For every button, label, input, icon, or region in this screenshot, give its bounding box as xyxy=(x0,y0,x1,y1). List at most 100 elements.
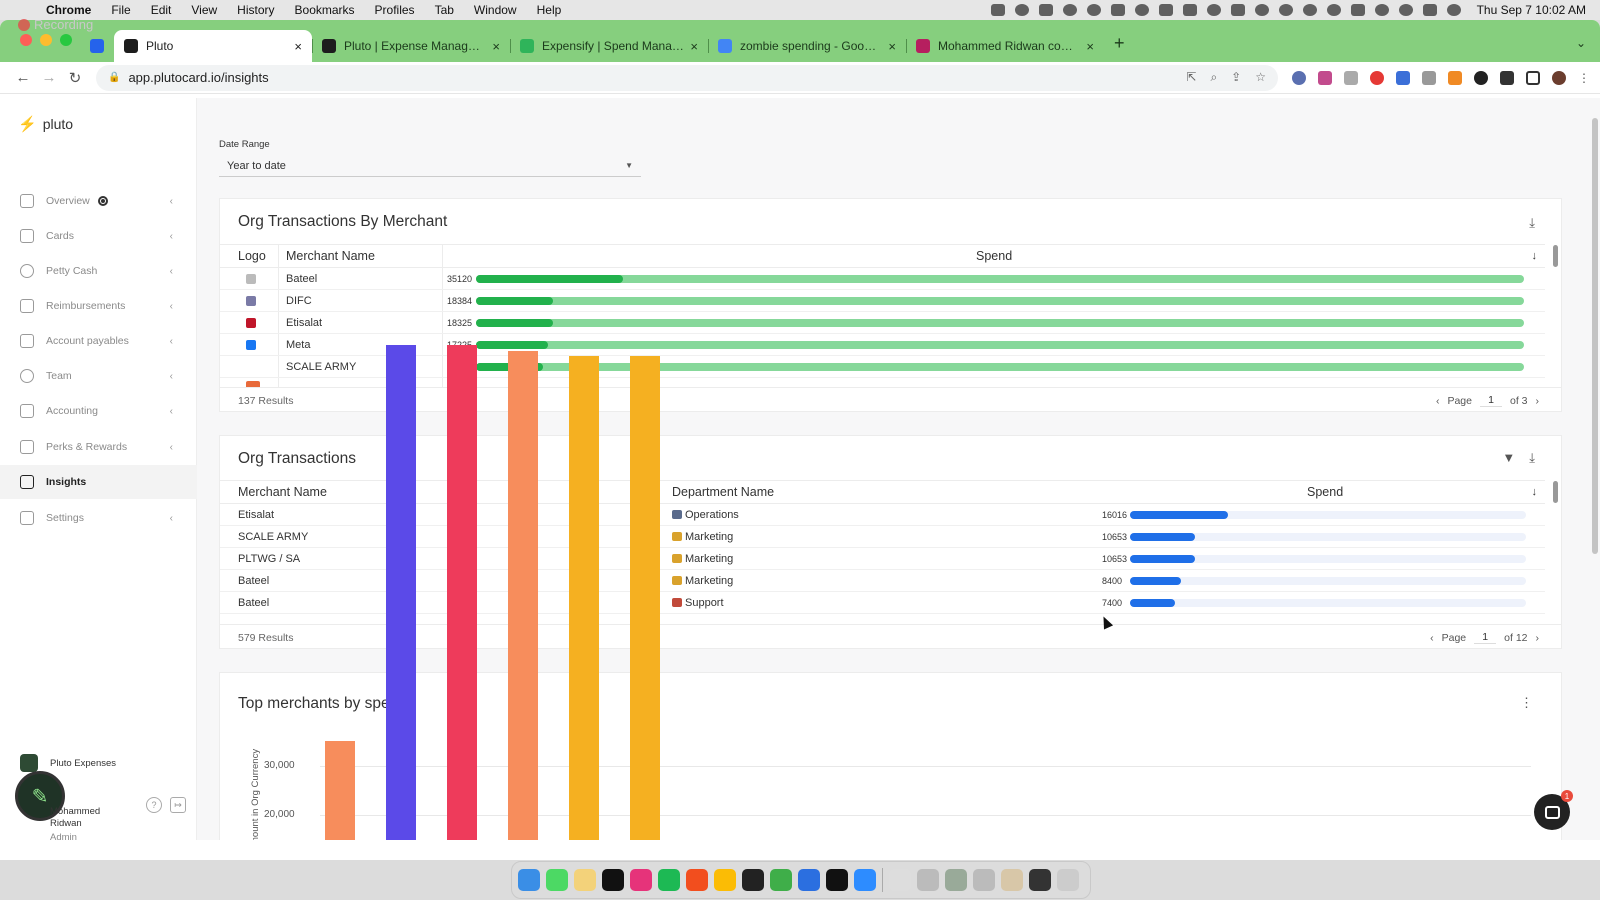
chart-bar[interactable] xyxy=(325,741,355,840)
chrome-menu-icon[interactable]: ⋮ xyxy=(1578,71,1590,85)
globe-icon[interactable] xyxy=(1014,4,1029,16)
sort-desc-icon[interactable]: ↓ xyxy=(1532,250,1538,262)
next-page-icon[interactable]: › xyxy=(1536,632,1540,644)
chevron-left-icon[interactable]: ‹ xyxy=(170,336,173,347)
lock-icon[interactable]: 🔒 xyxy=(108,72,120,83)
battery-icon[interactable] xyxy=(1350,4,1365,16)
menu-profiles[interactable]: Profiles xyxy=(375,3,415,17)
close-tab-icon[interactable]: × xyxy=(1086,39,1094,54)
dock-app-icon[interactable] xyxy=(714,869,736,891)
table-row[interactable]: Meta17225 xyxy=(220,334,1545,356)
headphones-icon[interactable] xyxy=(1302,4,1317,16)
dock-app-icon[interactable] xyxy=(973,869,995,891)
tab-0[interactable]: Pluto × xyxy=(114,30,312,62)
grid-app-icon[interactable] xyxy=(1230,4,1245,16)
bookmark-star-icon[interactable]: ☆ xyxy=(1255,70,1266,85)
more-vertical-icon[interactable]: ⋮ xyxy=(1520,695,1533,711)
extension-5-icon[interactable] xyxy=(1396,70,1410,85)
menu-file[interactable]: File xyxy=(111,3,130,17)
menu-bookmarks[interactable]: Bookmarks xyxy=(295,3,355,17)
sort-desc-icon[interactable]: ↓ xyxy=(1532,486,1538,498)
tab-2[interactable]: Expensify | Spend Managemen × xyxy=(510,30,708,62)
sidebar-item-accounting[interactable]: Accounting ‹ xyxy=(0,394,197,428)
sidebar-item-overview[interactable]: Overview ‹ xyxy=(0,184,197,218)
sidebar-item-account-payables[interactable]: Account payables ‹ xyxy=(0,324,197,358)
dock-app-icon[interactable] xyxy=(854,869,876,891)
sidebar-item-settings[interactable]: Settings ‹ xyxy=(0,501,197,535)
wifi-icon[interactable] xyxy=(1374,4,1389,16)
chart-bar[interactable] xyxy=(630,356,660,840)
tab-3[interactable]: zombie spending - Google Sea × xyxy=(708,30,906,62)
chevron-left-icon[interactable]: ‹ xyxy=(170,231,173,242)
menu-help[interactable]: Help xyxy=(537,3,562,17)
table-row[interactable]: Bateel 35120 xyxy=(220,268,1545,290)
new-tab-button[interactable]: + xyxy=(1114,33,1125,54)
menu-view[interactable]: View xyxy=(191,3,217,17)
extension-4-icon[interactable] xyxy=(1370,70,1384,85)
dock-app-icon[interactable] xyxy=(658,869,680,891)
chart-bar[interactable] xyxy=(386,345,416,840)
sidebar-item-insights[interactable]: Insights xyxy=(0,465,197,499)
sidebar-item-reimbursements[interactable]: Reimbursements ‹ xyxy=(0,289,197,323)
col-merchant-name[interactable]: Merchant Name xyxy=(238,485,327,499)
extension-1-icon[interactable] xyxy=(1292,70,1306,85)
m-app-icon[interactable] xyxy=(1158,4,1173,16)
zoom-icon[interactable]: ⌕ xyxy=(1210,70,1217,85)
share-icon[interactable]: ⇪ xyxy=(1231,70,1241,85)
pluto-logo[interactable]: ⚡ pluto xyxy=(18,115,73,133)
sidebar-item-perks-rewards[interactable]: Perks & Rewards ‹ xyxy=(0,430,197,464)
table-row[interactable]: PLTWG / SA Marketing 10653 xyxy=(220,548,1545,570)
menu-edit[interactable]: Edit xyxy=(151,3,172,17)
minimize-window-icon[interactable] xyxy=(40,34,52,46)
tab-search-chevron-icon[interactable]: ⌄ xyxy=(1576,36,1586,50)
close-tab-icon[interactable]: × xyxy=(888,39,896,54)
dock-app-icon[interactable] xyxy=(630,869,652,891)
list-icon[interactable] xyxy=(1038,4,1053,16)
table-row[interactable]: Bateel Support 7400 xyxy=(220,592,1545,614)
table-row[interactable]: Etisalat Operations 16016 xyxy=(220,504,1545,526)
menubar-clock[interactable]: Thu Sep 7 10:02 AM xyxy=(1477,3,1586,17)
chevron-left-icon[interactable]: ‹ xyxy=(170,371,173,382)
sidebar-item-cards[interactable]: Cards ‹ xyxy=(0,219,197,253)
extension-2-icon[interactable] xyxy=(1318,70,1332,85)
chart-bar[interactable] xyxy=(569,356,599,840)
support-chat-button[interactable]: 1 xyxy=(1534,790,1573,830)
menu-history[interactable]: History xyxy=(237,3,274,17)
control-center-icon[interactable] xyxy=(1422,4,1437,16)
menu-window[interactable]: Window xyxy=(474,3,517,17)
col-merchant-name[interactable]: Merchant Name xyxy=(286,249,375,263)
dock-app-icon[interactable] xyxy=(889,869,911,891)
siri-icon[interactable] xyxy=(1446,4,1461,16)
dock-app-icon[interactable] xyxy=(917,869,939,891)
zoom-window-icon[interactable] xyxy=(60,34,72,46)
col-spend[interactable]: Spend xyxy=(976,249,1012,263)
sidebar-item-team[interactable]: Team ‹ xyxy=(0,359,197,393)
table-row[interactable]: SCALE ARMY15978 xyxy=(220,356,1545,378)
a-app-icon[interactable] xyxy=(1182,4,1197,16)
close-tab-icon[interactable]: × xyxy=(294,39,302,54)
chart-bar[interactable] xyxy=(508,351,538,840)
dock-app-icon[interactable] xyxy=(574,869,596,891)
table-row[interactable]: DIFC 18384 xyxy=(220,290,1545,312)
table-scrollbar[interactable] xyxy=(1553,481,1558,503)
table-row[interactable]: SCALE ARMY Marketing 10653 xyxy=(220,526,1545,548)
pen-icon[interactable] xyxy=(1110,4,1125,16)
dock-app-icon[interactable] xyxy=(1029,869,1051,891)
page-scrollbar[interactable] xyxy=(1592,118,1598,554)
play-icon[interactable] xyxy=(1326,4,1341,16)
close-tab-icon[interactable]: × xyxy=(690,39,698,54)
menu-app-name[interactable]: Chrome xyxy=(46,3,91,17)
dock-app-icon[interactable] xyxy=(826,869,848,891)
g-app-icon[interactable] xyxy=(1206,4,1221,16)
chatgpt-icon[interactable] xyxy=(1086,4,1101,16)
chevron-left-icon[interactable]: ‹ xyxy=(170,196,173,207)
chevron-left-icon[interactable]: ‹ xyxy=(170,266,173,277)
dock-app-icon[interactable] xyxy=(798,869,820,891)
forward-icon[interactable]: → xyxy=(36,69,62,86)
dock-app-icon[interactable] xyxy=(742,869,764,891)
chevron-left-icon[interactable]: ‹ xyxy=(170,513,173,524)
dock-app-icon[interactable] xyxy=(945,869,967,891)
dock-app-icon[interactable] xyxy=(1001,869,1023,891)
col-spend[interactable]: Spend xyxy=(1307,485,1343,499)
extensions-puzzle-icon[interactable] xyxy=(1500,70,1514,85)
